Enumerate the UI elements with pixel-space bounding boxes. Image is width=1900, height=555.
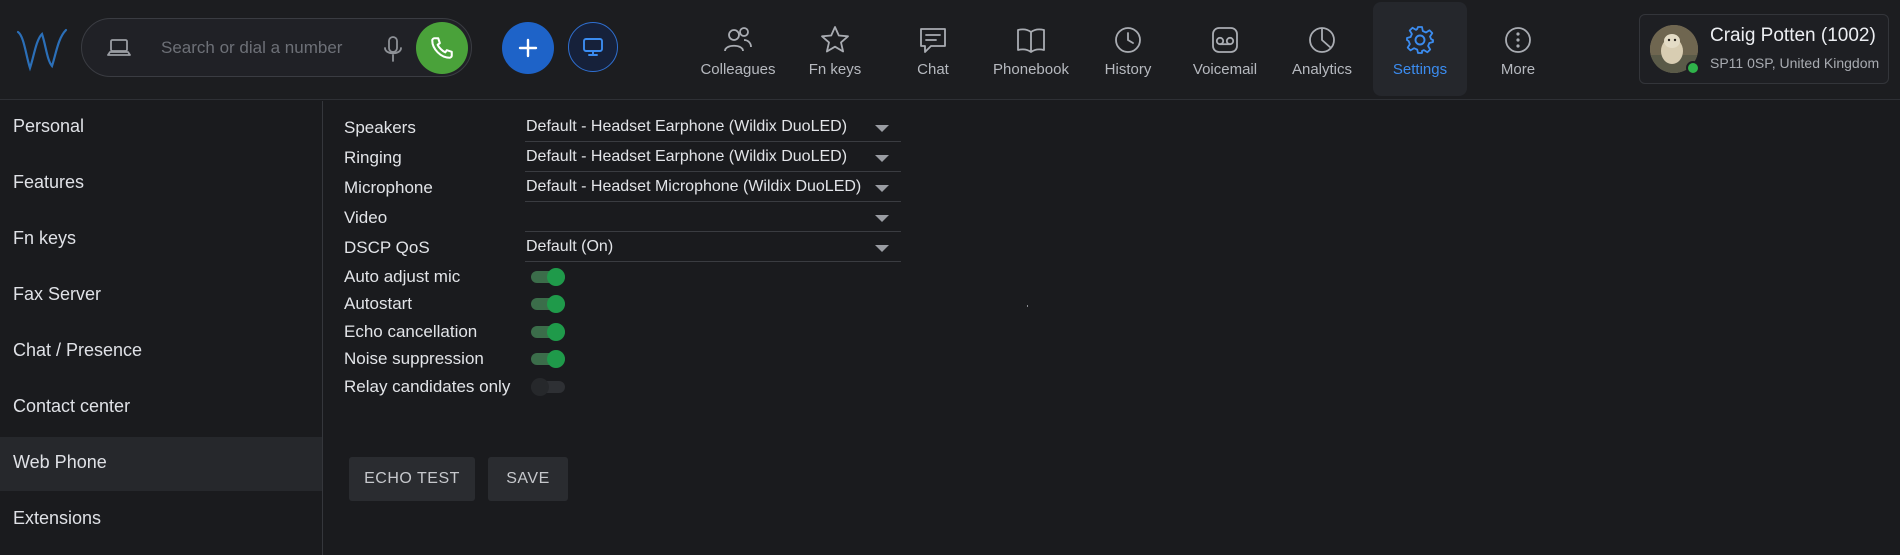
screen-share-button[interactable] xyxy=(568,22,618,72)
chat-icon xyxy=(920,28,946,53)
voicemail-icon xyxy=(1212,27,1238,53)
select-value: Default - Headset Microphone (Wildix Duo… xyxy=(526,178,862,195)
nav-label: More xyxy=(1500,61,1536,78)
select-value: Default - Headset Earphone (Wildix DuoLE… xyxy=(526,118,848,135)
top-bar: Colleagues Fn keys Chat Phonebook Histor… xyxy=(0,0,1900,100)
gear-icon xyxy=(1406,26,1434,54)
nav-label: Colleagues xyxy=(700,61,776,78)
nav-phonebook[interactable]: Phonebook xyxy=(984,2,1078,96)
echo-cancellation-toggle[interactable] xyxy=(531,323,565,341)
colleagues-icon xyxy=(724,27,752,52)
cursor-speck xyxy=(1027,305,1028,307)
nav-label: Fn keys xyxy=(808,61,862,78)
nav-label: Settings xyxy=(1392,61,1448,78)
nav-more[interactable]: More xyxy=(1471,2,1565,96)
caret-down-icon xyxy=(875,155,889,162)
sidebar-item-contact-center[interactable]: Contact center xyxy=(0,381,322,435)
nav-label: Phonebook xyxy=(993,61,1069,78)
book-icon xyxy=(1017,28,1045,53)
more-icon xyxy=(1505,27,1531,53)
microphone-select[interactable]: Default - Headset Microphone (Wildix Duo… xyxy=(525,176,901,202)
sidebar-item-extensions[interactable]: Extensions xyxy=(0,493,322,547)
sidebar-item-fn-keys[interactable]: Fn keys xyxy=(0,213,322,267)
caret-down-icon xyxy=(875,245,889,252)
sidebar-item-fax-server[interactable]: Fax Server xyxy=(0,269,322,323)
add-button[interactable] xyxy=(502,22,554,74)
call-button[interactable] xyxy=(416,22,468,74)
video-select[interactable] xyxy=(525,206,901,232)
microphone-label: Microphone xyxy=(344,178,433,197)
profile-location: SP11 0SP, United Kingdom xyxy=(1710,55,1880,71)
pie-chart-icon xyxy=(1309,27,1335,53)
sidebar-item-label: Personal xyxy=(13,116,85,136)
wildix-logo xyxy=(16,28,68,72)
nav-label: Analytics xyxy=(1291,61,1353,78)
microphone-icon[interactable] xyxy=(382,35,404,63)
echo-test-button[interactable]: ECHO TEST xyxy=(349,457,475,501)
dscp-qos-label: DSCP QoS xyxy=(344,238,430,257)
sidebar-item-label: Extensions xyxy=(13,508,102,528)
dial-box xyxy=(81,18,472,77)
phone-icon xyxy=(431,37,453,59)
sidebar-item-label: Features xyxy=(13,172,85,192)
plus-icon xyxy=(518,38,538,58)
nav-colleagues[interactable]: Colleagues xyxy=(691,2,785,96)
sidebar-item-label: Contact center xyxy=(13,396,131,416)
noise-suppression-label: Noise suppression xyxy=(344,349,484,368)
user-profile[interactable]: Craig Potten (1002) SP11 0SP, United Kin… xyxy=(1639,14,1889,84)
caret-down-icon xyxy=(875,125,889,132)
select-value: Default (On) xyxy=(526,238,614,255)
nav-label: Voicemail xyxy=(1192,61,1258,78)
nav-label: History xyxy=(1104,61,1152,78)
echo-cancellation-label: Echo cancellation xyxy=(344,322,478,341)
relay-candidates-label: Relay candidates only xyxy=(344,377,511,396)
relay-candidates-toggle[interactable] xyxy=(531,378,565,396)
autostart-label: Autostart xyxy=(344,294,413,313)
sidebar-item-label: Fn keys xyxy=(13,228,77,248)
clock-icon xyxy=(1115,27,1141,53)
auto-adjust-mic-label: Auto adjust mic xyxy=(344,267,461,286)
save-button[interactable]: SAVE xyxy=(488,457,568,501)
dscp-qos-select[interactable]: Default (On) xyxy=(525,236,901,262)
sidebar-item-features[interactable]: Features xyxy=(0,157,322,211)
nav-history[interactable]: History xyxy=(1081,2,1175,96)
noise-suppression-toggle[interactable] xyxy=(531,350,565,368)
nav-voicemail[interactable]: Voicemail xyxy=(1178,2,1272,96)
ringing-label: Ringing xyxy=(344,148,402,167)
nav-fn-keys[interactable]: Fn keys xyxy=(788,2,882,96)
sidebar-item-chat-presence[interactable]: Chat / Presence xyxy=(0,325,322,379)
speakers-label: Speakers xyxy=(344,118,416,137)
sidebar-item-web-phone[interactable]: Web Phone xyxy=(0,437,322,491)
sidebar-item-label: Fax Server xyxy=(13,284,102,304)
caret-down-icon xyxy=(875,215,889,222)
nav-analytics[interactable]: Analytics xyxy=(1275,2,1369,96)
sidebar-item-label: Web Phone xyxy=(13,452,107,472)
presence-indicator xyxy=(1686,61,1700,75)
settings-sidebar: Personal Features Fn keys Fax Server Cha… xyxy=(0,101,323,555)
nav-chat[interactable]: Chat xyxy=(886,2,980,96)
auto-adjust-mic-toggle[interactable] xyxy=(531,268,565,286)
sidebar-item-personal[interactable]: Personal xyxy=(0,101,322,155)
profile-name: Craig Potten (1002) xyxy=(1710,25,1876,46)
speakers-select[interactable]: Default - Headset Earphone (Wildix DuoLE… xyxy=(525,116,901,142)
nav-settings[interactable]: Settings xyxy=(1373,2,1467,96)
autostart-toggle[interactable] xyxy=(531,295,565,313)
caret-down-icon xyxy=(875,185,889,192)
video-label: Video xyxy=(344,208,388,227)
sidebar-item-label: Chat / Presence xyxy=(13,340,143,360)
computer-icon[interactable] xyxy=(106,35,132,61)
select-value: Default - Headset Earphone (Wildix DuoLE… xyxy=(526,148,848,165)
ringing-select[interactable]: Default - Headset Earphone (Wildix DuoLE… xyxy=(525,146,901,172)
nav-label: Chat xyxy=(917,61,949,78)
monitor-icon xyxy=(583,38,603,56)
star-icon xyxy=(821,26,849,53)
